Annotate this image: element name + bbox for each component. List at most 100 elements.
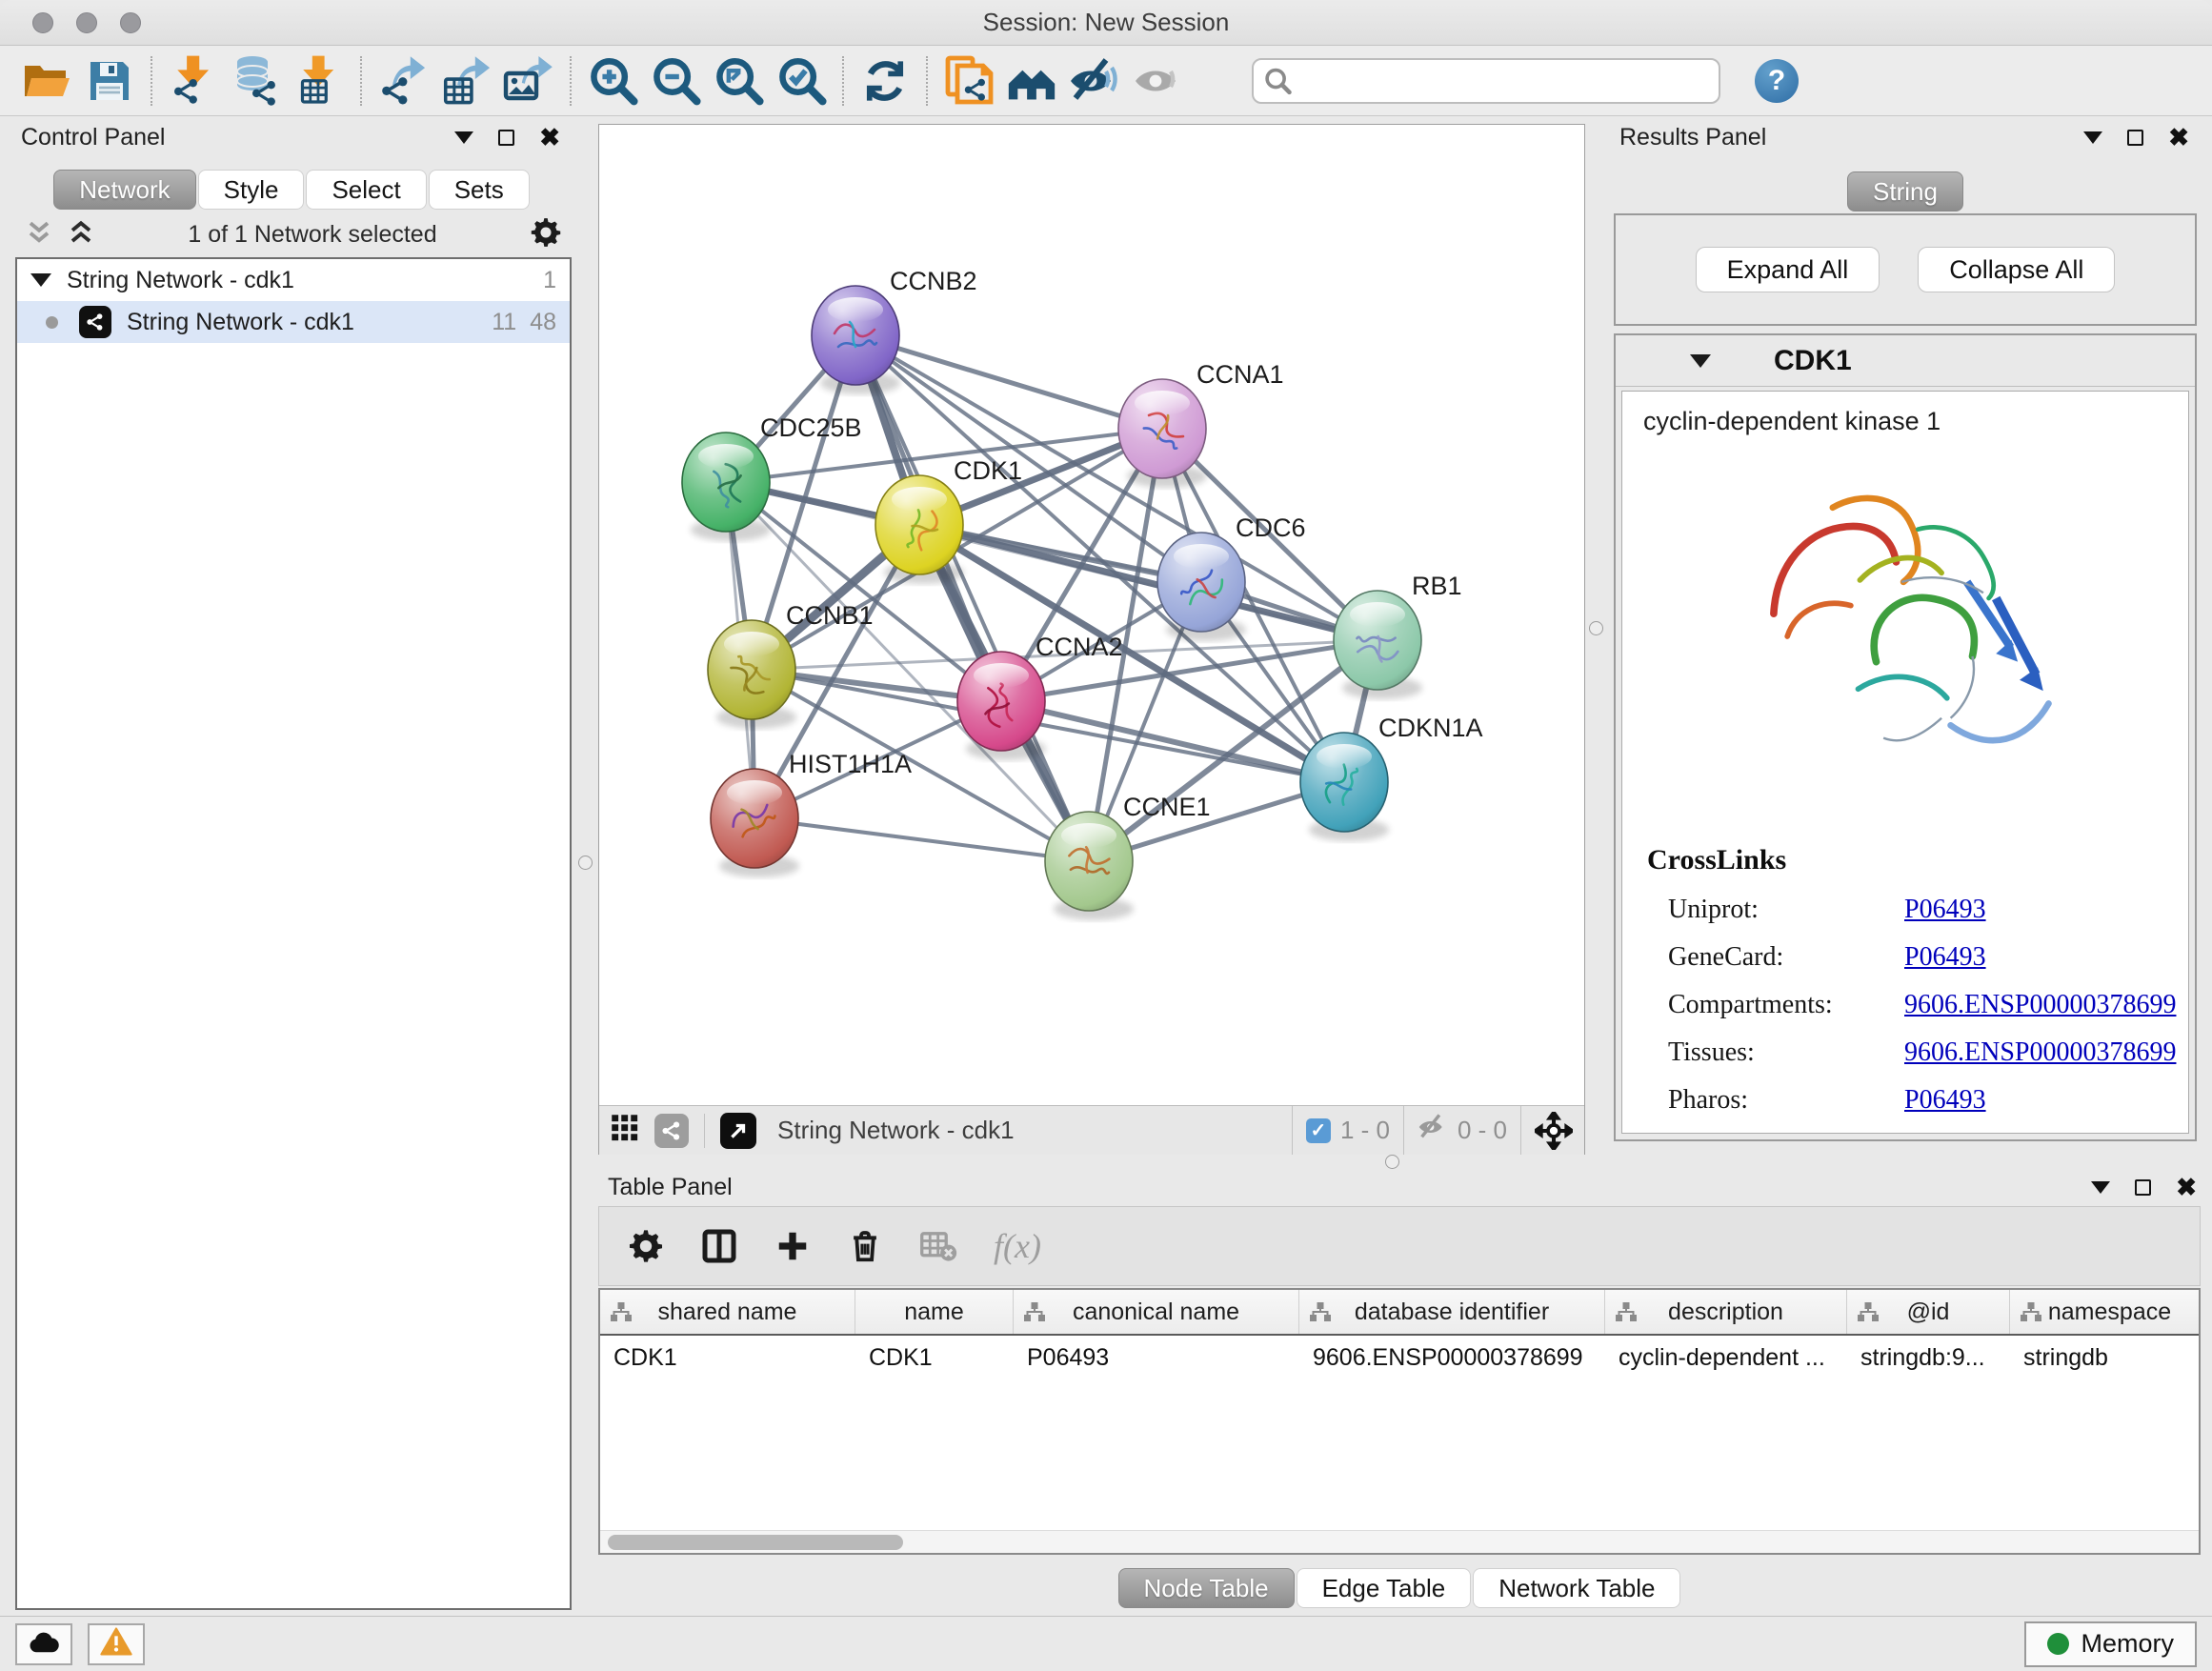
expand-all-button[interactable]: Expand All [1696,247,1880,292]
table-cell[interactable]: stringdb [2010,1336,2201,1379]
network-edge[interactable] [754,818,1089,861]
network-options-gear-icon[interactable] [530,216,562,253]
tab-network[interactable]: Network [53,170,195,210]
table-cell[interactable]: 9606.ENSP00000378699 [1299,1336,1605,1379]
open-session-button[interactable] [15,50,78,111]
network-node-HIST1H1A[interactable] [711,769,799,877]
table-horizontal-scrollbar[interactable] [600,1530,2199,1553]
panel-menu-icon[interactable] [2091,1181,2110,1194]
apply-layout-button[interactable] [854,50,916,111]
show-columns-icon[interactable] [700,1227,738,1265]
horizontal-splitter[interactable] [598,1155,2212,1168]
network-node-CDC25B[interactable] [682,433,771,541]
import-network-from-database-button[interactable] [225,50,288,111]
search-input[interactable] [1252,58,1720,104]
panel-close-icon[interactable]: ✖ [2168,125,2189,150]
warnings-button[interactable] [88,1623,145,1665]
crosslink-link[interactable]: 9606.ENSP00000378699 [1904,1037,2176,1068]
table-cell[interactable]: CDK1 [855,1336,1014,1379]
tab-style[interactable]: Style [198,170,305,210]
tab-network-table[interactable]: Network Table [1473,1568,1680,1608]
tab-string[interactable]: String [1847,171,1963,211]
panel-float-icon[interactable] [498,130,514,146]
detach-view-button[interactable] [720,1113,756,1149]
crosslink-link[interactable]: P06493 [1904,895,1986,925]
network-node-CCNA2[interactable] [957,652,1046,760]
network-node-CCNB1[interactable] [708,620,796,729]
scrollbar-thumb[interactable] [608,1535,903,1550]
collapse-all-button[interactable]: Collapse All [1918,247,2115,292]
expand-all-networks-icon[interactable] [67,218,95,252]
table-options-gear-icon[interactable] [628,1228,664,1264]
column-header[interactable]: database identifier [1299,1290,1605,1334]
table-cell[interactable]: cyclin-dependent ... [1605,1336,1847,1379]
network-status-dot [46,316,58,329]
save-session-button[interactable] [78,50,141,111]
table-cell[interactable]: P06493 [1014,1336,1299,1379]
network-edge[interactable] [855,335,1089,861]
table-cell[interactable]: stringdb:9... [1847,1336,2010,1379]
hide-selected-button[interactable] [1063,50,1126,111]
column-header[interactable]: description [1605,1290,1847,1334]
first-neighbors-button[interactable] [1000,50,1063,111]
crosslink-link[interactable]: P06493 [1904,942,1986,973]
export-image-button[interactable] [497,50,560,111]
network-node-RB1[interactable] [1334,591,1422,699]
tab-select[interactable]: Select [306,170,426,210]
network-canvas[interactable]: CCNB2CCNA1CDC25BCDK1CDC6RB1CCNB1CCNA2CDK… [599,125,1584,1105]
export-table-button[interactable] [434,50,497,111]
network-edge-count: 48 [530,309,556,336]
selected-checkbox-icon[interactable]: ✓ [1306,1118,1331,1143]
network-node-CCNB2[interactable] [812,286,900,394]
delete-column-icon[interactable] [847,1228,883,1264]
zoom-in-button[interactable] [581,50,644,111]
new-network-from-selection-button[interactable] [937,50,1000,111]
gene-disclosure-icon[interactable] [1690,354,1711,368]
zoom-out-button[interactable] [644,50,707,111]
panel-menu-icon[interactable] [454,131,473,144]
network-node-CCNE1[interactable] [1045,812,1134,920]
collapse-all-networks-icon[interactable] [25,218,53,252]
zoom-fit-button[interactable] [707,50,770,111]
vertical-splitter-right[interactable] [1585,116,1608,1155]
crosslink-link[interactable]: 9606.ENSP00000378699 [1904,990,2176,1020]
column-header[interactable]: name [855,1290,1014,1334]
gene-header[interactable]: CDK1 [1616,335,2195,387]
tab-sets[interactable]: Sets [429,170,530,210]
vertical-splitter-left[interactable] [573,116,598,1616]
tab-node-table[interactable]: Node Table [1118,1568,1295,1608]
table-cell[interactable]: CDK1 [600,1336,855,1379]
collection-disclosure-icon[interactable] [30,273,51,287]
tab-edge-table[interactable]: Edge Table [1297,1568,1472,1608]
panel-float-icon[interactable] [2127,130,2143,146]
column-header[interactable]: canonical name [1014,1290,1299,1334]
birds-eye-view-icon[interactable] [611,1114,639,1147]
panel-menu-icon[interactable] [2083,131,2102,144]
network-node-CDK1[interactable] [875,475,964,584]
add-column-icon[interactable] [774,1228,811,1264]
export-network-button[interactable] [372,50,434,111]
network-node-CCNA1[interactable] [1118,379,1207,488]
network-row[interactable]: String Network - cdk1 11 48 [17,301,570,343]
column-header[interactable]: namespace [2010,1290,2199,1334]
help-button[interactable]: ? [1755,59,1799,103]
zoom-selected-button[interactable] [770,50,833,111]
crosslink-link[interactable]: P06493 [1904,1085,1986,1116]
memory-button[interactable]: Memory [2024,1621,2197,1667]
network-node-CDC6[interactable] [1157,533,1246,641]
import-table-button[interactable] [288,50,351,111]
show-hidden-button[interactable] [1126,50,1189,111]
panel-close-icon[interactable]: ✖ [539,125,560,150]
network-node-CDKN1A[interactable] [1300,733,1389,841]
cloud-icon [27,1628,61,1660]
panel-close-icon[interactable]: ✖ [2176,1175,2197,1199]
network-collection-row[interactable]: String Network - cdk1 1 [17,259,570,301]
import-network-button[interactable] [162,50,225,111]
column-header[interactable]: shared name [600,1290,855,1334]
table-row[interactable]: CDK1CDK1P064939606.ENSP00000378699cyclin… [600,1336,2199,1379]
reset-view-button[interactable] [1520,1106,1573,1155]
cloud-status-button[interactable] [15,1623,72,1665]
panel-float-icon[interactable] [2135,1179,2151,1196]
network-edge[interactable] [855,335,1162,429]
column-header[interactable]: @id [1847,1290,2010,1334]
